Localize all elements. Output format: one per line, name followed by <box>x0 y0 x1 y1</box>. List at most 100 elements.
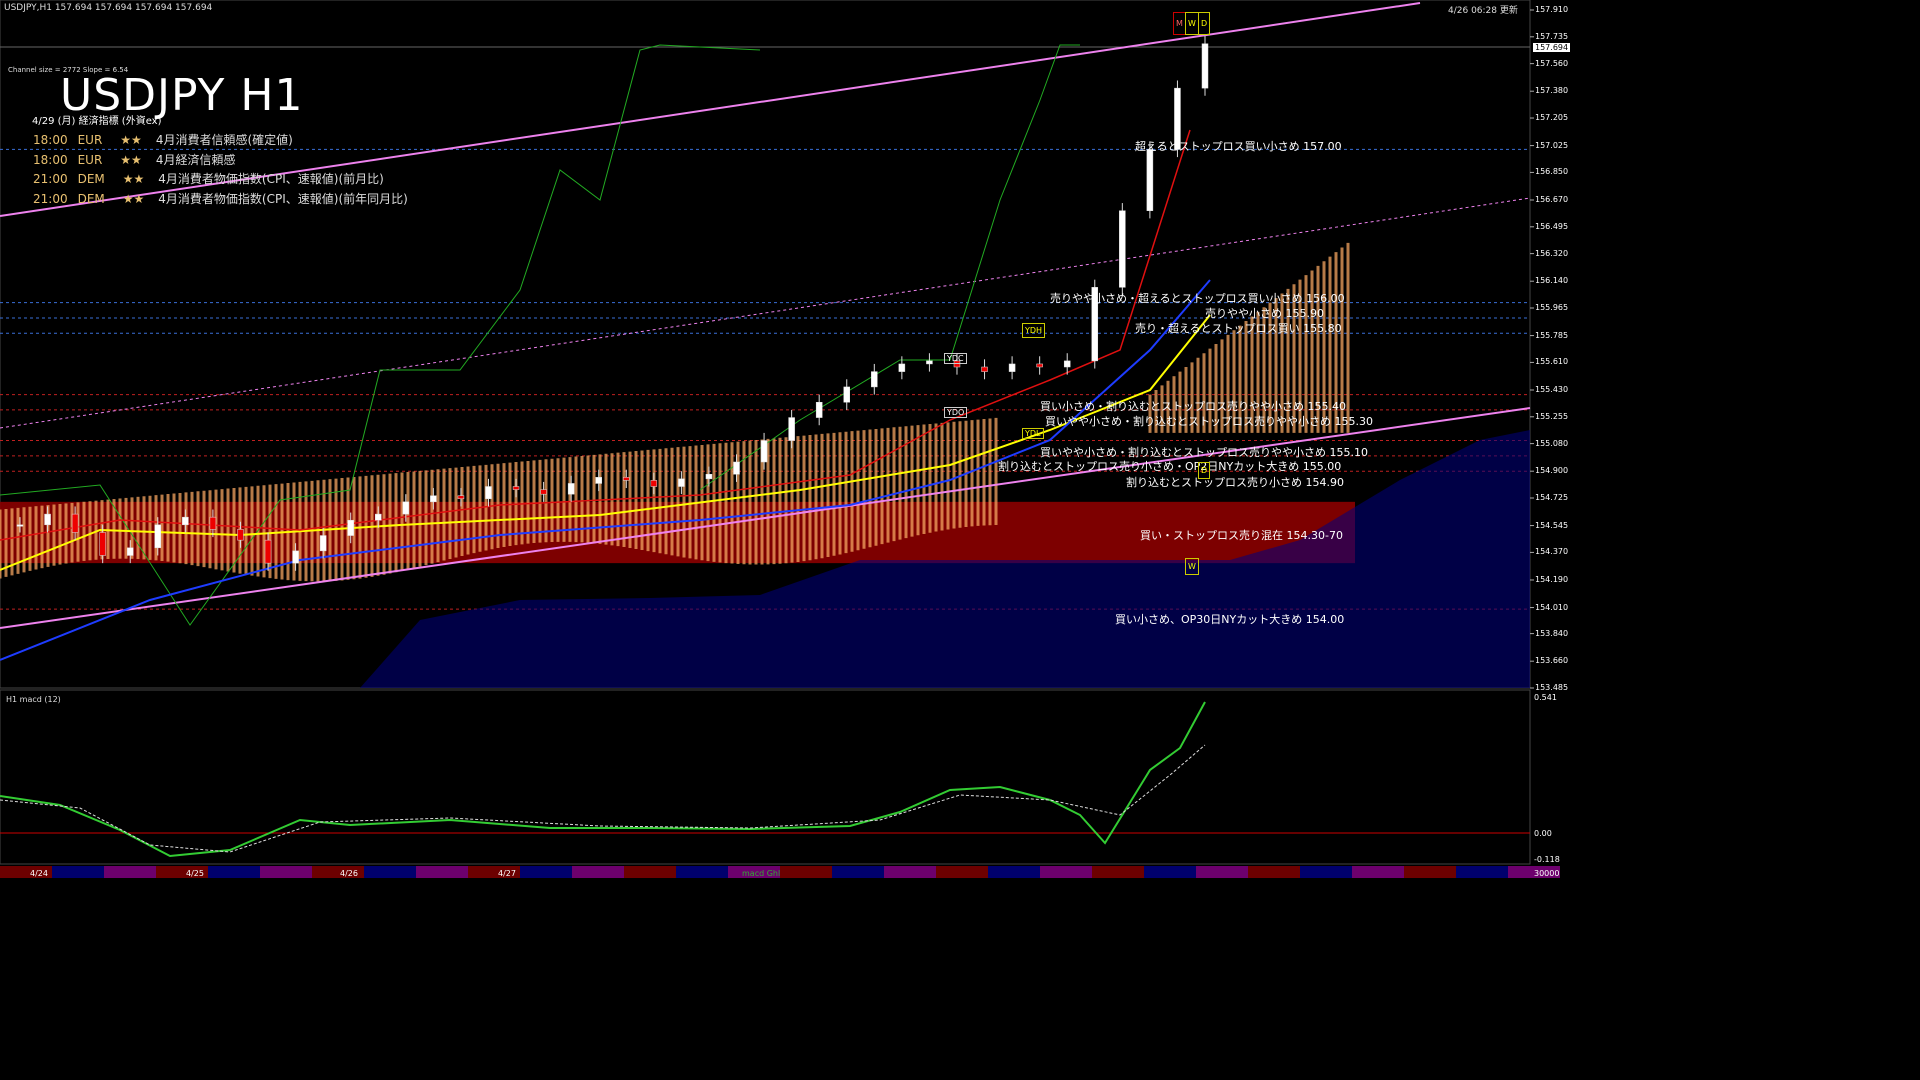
day-strip-segment <box>936 866 988 878</box>
day-strip-segment <box>884 866 936 878</box>
event-row: 21:00 DEM ★★ 4月消費者物価指数(CPI、速報値)(前年同月比) <box>33 190 408 207</box>
macd-bottom: -0.118 <box>1534 855 1560 864</box>
candle-body <box>430 495 437 503</box>
marker-day: D <box>1198 12 1211 35</box>
candle-body <box>871 371 878 388</box>
candle-body <box>457 495 465 500</box>
candle-body <box>16 524 24 527</box>
candle-body <box>898 363 906 372</box>
day-strip-segment <box>624 866 676 878</box>
y-tick-label: 155.080 <box>1535 438 1569 448</box>
bottom-tab[interactable]: macd Ghl <box>742 869 780 878</box>
event-time: 21:00 <box>33 172 68 186</box>
candle-body <box>981 366 988 372</box>
day-strip-segment <box>104 866 156 878</box>
macd-label: H1 macd (12) <box>6 695 61 704</box>
day-strip-segment <box>1196 866 1248 878</box>
y-tick-label: 156.850 <box>1535 167 1569 177</box>
events-date: 4/29 (月) 経済指標 (外資ex) <box>32 116 162 127</box>
level-label: 買いやや小さめ・割り込むとストップロス売りやや小さめ 155.30 <box>1045 415 1373 428</box>
y-tick-label: 154.010 <box>1535 602 1569 612</box>
candle-body <box>402 501 410 515</box>
level-label: 売り・超えるとストップロス買い 155.80 <box>1135 322 1342 335</box>
marker-month: M <box>1173 12 1186 35</box>
y-tick-label: 155.965 <box>1535 303 1569 312</box>
candle-body <box>540 489 547 495</box>
marker-ydh: YDH <box>1022 323 1046 338</box>
event-description: 4月消費者信頼感(確定値) <box>155 133 293 147</box>
y-tick-label: 156.495 <box>1535 221 1569 231</box>
candle-body <box>760 440 768 463</box>
event-description: 4月消費者物価指数(CPI、速報値)(前月比) <box>158 172 384 186</box>
y-tick-label: 154.900 <box>1535 466 1569 476</box>
event-stars: ★★ <box>122 191 145 206</box>
timestamp: 4/26 06:28 更新 <box>1448 6 1518 16</box>
y-tick-label: 155.255 <box>1535 411 1569 421</box>
candle-body <box>595 477 602 484</box>
event-stars: ★★ <box>120 133 142 147</box>
y-tick-label: 157.205 <box>1535 113 1569 123</box>
current-price-tag: 157.694 <box>1533 43 1571 52</box>
x-tick-label: 4/26 <box>340 869 358 878</box>
event-row: 18:00 EUR ★★ 4月経済信頼感 <box>33 151 235 168</box>
candle-body <box>347 519 354 536</box>
event-currency: EUR <box>77 152 103 167</box>
y-tick-label: 154.725 <box>1535 493 1569 502</box>
y-tick-label: 154.190 <box>1535 574 1569 584</box>
volume-label: 30000 <box>1534 869 1560 878</box>
day-strip-segment <box>1300 866 1352 878</box>
y-tick-label: 156.320 <box>1535 248 1569 258</box>
day-strip-segment <box>1144 866 1196 878</box>
day-strip-segment <box>52 866 104 878</box>
candle-body <box>237 529 244 541</box>
marker-week-low: W <box>1185 558 1199 575</box>
y-tick-label: 154.545 <box>1535 520 1569 530</box>
candle-body <box>678 478 685 487</box>
candle-body <box>99 532 106 556</box>
y-tick-label: 155.430 <box>1535 384 1569 394</box>
candle-body <box>815 401 823 418</box>
candle-body <box>264 539 272 564</box>
candle-body <box>733 461 740 475</box>
y-tick-label: 157.910 <box>1535 5 1569 14</box>
candle-body <box>1146 149 1154 211</box>
candle-body <box>623 477 630 481</box>
marker-week: W <box>1185 12 1199 35</box>
day-strip-segment <box>676 866 728 878</box>
marker-ydl: YDL <box>1022 428 1044 439</box>
day-strip-segment <box>364 866 416 878</box>
candle-body <box>1201 43 1209 89</box>
level-label: 買い小さめ・割り込むとストップロス売りやや小さめ 155.40 <box>1040 400 1346 413</box>
candle-body <box>1063 360 1071 368</box>
candle-body <box>71 513 79 533</box>
day-strip-segment <box>832 866 884 878</box>
event-description: 4月経済信頼感 <box>155 152 236 167</box>
x-tick-label: 4/24 <box>30 869 48 878</box>
marker-day-low: D <box>1198 462 1211 479</box>
macd-top: 0.541 <box>1534 693 1557 702</box>
candle-body <box>126 547 134 556</box>
event-currency: DEM <box>77 191 105 206</box>
y-tick-label: 157.025 <box>1535 140 1569 150</box>
day-strip-segment <box>988 866 1040 878</box>
candle-body <box>209 516 217 530</box>
symbol-info: USDJPY,H1 157.694 157.694 157.694 157.69… <box>4 3 213 13</box>
candle-body <box>44 513 51 526</box>
event-time: 18:00 <box>33 133 68 147</box>
day-strip-segment <box>208 866 260 878</box>
level-label: 売りやや小さめ 155.90 <box>1205 307 1324 320</box>
y-tick-label: 153.485 <box>1535 683 1569 692</box>
event-row: 18:00 EUR ★★ 4月消費者信頼感(確定値) <box>33 131 293 148</box>
day-strip-segment <box>1352 866 1404 878</box>
candle-body <box>567 483 575 495</box>
candle-body <box>1119 210 1126 288</box>
candle-body <box>705 474 713 480</box>
level-label: 超えるとストップロス買い小さめ 157.00 <box>1135 140 1342 153</box>
day-strip-segment <box>1456 866 1508 878</box>
candle-body <box>292 550 299 564</box>
level-label: 買い・ストップロス売り混在 154.30-70 <box>1140 529 1343 542</box>
candle-body <box>788 417 795 441</box>
chikou-span-2 <box>699 44 1080 491</box>
day-strip-segment <box>780 866 832 878</box>
macd-signal <box>0 744 1206 853</box>
